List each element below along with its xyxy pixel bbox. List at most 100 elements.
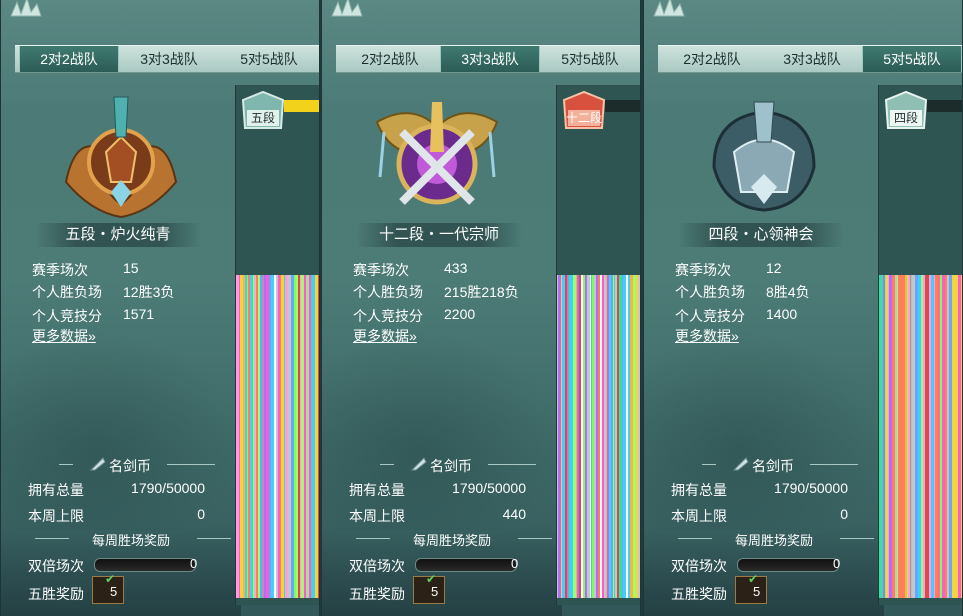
jade-ornament-icon — [331, 0, 363, 17]
stripe — [596, 275, 598, 598]
stripe — [619, 275, 622, 598]
tab-2v2[interactable]: 2对2战队 — [662, 46, 762, 72]
stripe — [928, 275, 929, 598]
divider — [380, 464, 394, 465]
stripe — [269, 275, 271, 598]
stripe — [570, 275, 573, 598]
stripe — [573, 275, 576, 598]
stripe — [271, 275, 274, 598]
stripe — [254, 275, 255, 598]
double-chevron-icon: » — [409, 328, 417, 344]
team-panel-2v2: 2对2战队 3对3战队 5对5战队 五段・炉火纯青 赛季场次 15 个人胜负场 … — [0, 0, 320, 616]
stripe — [311, 275, 312, 598]
reward-count: 5 — [431, 584, 439, 599]
progress-indicator — [605, 100, 640, 112]
feather-icon — [410, 457, 427, 471]
stripe — [931, 275, 933, 598]
stripe — [245, 275, 247, 598]
stripe — [622, 275, 623, 598]
stripe — [590, 275, 591, 598]
record-value: 12胜3负 — [123, 284, 175, 300]
five-win-label: 五胜奖励 — [28, 586, 84, 602]
record-label: 个人胜负场 — [675, 284, 745, 300]
record-label: 个人胜负场 — [32, 284, 102, 300]
stripe — [565, 275, 567, 598]
stripe — [633, 275, 636, 598]
tab-5v5[interactable]: 5对5战队 — [540, 46, 640, 72]
stripe — [562, 275, 565, 598]
more-data-link[interactable]: 更多数据» — [353, 326, 417, 346]
stripe — [239, 275, 240, 598]
score-value: 1571 — [123, 306, 155, 322]
stripe — [958, 275, 960, 598]
rank-title: 五段・炉火纯青 — [35, 223, 201, 247]
mist-background — [322, 330, 562, 530]
double-label: 双倍场次 — [671, 558, 727, 574]
mist-background — [644, 330, 884, 530]
stripe — [961, 275, 962, 598]
stripe — [285, 275, 288, 598]
stripe — [638, 275, 640, 598]
five-win-label: 五胜奖励 — [671, 586, 727, 602]
stripe — [583, 275, 585, 598]
stripe — [592, 275, 594, 598]
double-progress-bar — [737, 558, 839, 572]
coin-total-label: 拥有总量 — [671, 482, 727, 498]
weekly-reward-title: 每周胜场奖励 — [412, 533, 491, 548]
color-stripes-graphic — [879, 275, 962, 598]
stripe — [888, 275, 889, 598]
tab-3v3[interactable]: 3对3战队 — [762, 46, 862, 72]
stripe — [297, 275, 298, 598]
tab-5v5[interactable]: 5对5战队 — [219, 46, 319, 72]
tab-2v2[interactable]: 2对2战队 — [19, 46, 119, 72]
stripe — [579, 275, 581, 598]
stripe — [248, 275, 250, 598]
stripe — [301, 275, 304, 598]
stripe — [280, 275, 281, 598]
tab-2v2[interactable]: 2对2战队 — [340, 46, 440, 72]
progress-indicator — [284, 100, 319, 112]
season-value: 433 — [444, 260, 468, 276]
divider — [356, 538, 390, 539]
more-data-link[interactable]: 更多数据» — [32, 326, 96, 346]
weekly-reward-title: 每周胜场奖励 — [734, 533, 813, 548]
stripe — [623, 275, 626, 598]
stripe — [614, 275, 615, 598]
stripe — [905, 275, 907, 598]
stripe — [940, 275, 942, 598]
score-value: 1400 — [766, 306, 798, 322]
coin-title: 名剑币 — [752, 458, 794, 474]
stripe — [585, 275, 587, 598]
stripe — [255, 275, 256, 598]
coin-total-label: 拥有总量 — [349, 482, 405, 498]
stripe — [266, 275, 269, 598]
weekly-reward-header: 每周胜场奖励 — [35, 530, 231, 548]
stripe — [250, 275, 252, 598]
stripe — [281, 275, 284, 598]
stripe — [912, 275, 915, 598]
rank-progress-sidebar: 五段 — [235, 85, 319, 605]
score-label: 个人竞技分 — [32, 308, 102, 324]
stripe — [252, 275, 253, 598]
tab-5v5[interactable]: 5对5战队 — [862, 46, 962, 72]
stripe — [960, 275, 961, 598]
stripe — [604, 275, 606, 598]
rank-title: 四段・心领神会 — [678, 223, 844, 247]
team-panel-5v5: 2对2战队 3对3战队 5对5战队 四段・心领神会 赛季场次 12 个人胜负场 … — [643, 0, 963, 616]
rank-progress-sidebar: 四段 — [878, 85, 962, 605]
rank-title: 十二段・一代宗师 — [356, 223, 522, 247]
stripe — [296, 275, 297, 598]
tab-3v3[interactable]: 3对3战队 — [119, 46, 219, 72]
rank-progress-sidebar: 十二段 — [556, 85, 640, 605]
stripe — [942, 275, 945, 598]
stripe — [315, 275, 318, 598]
chest-rank-label: 十二段 — [565, 111, 602, 125]
stripe — [615, 275, 617, 598]
tab-3v3[interactable]: 3对3战队 — [440, 46, 540, 72]
stripe — [291, 275, 294, 598]
stripe — [557, 275, 558, 598]
stripe — [307, 275, 309, 598]
more-data-link[interactable]: 更多数据» — [675, 326, 739, 346]
score-label: 个人竞技分 — [675, 308, 745, 324]
stripe — [258, 275, 260, 598]
